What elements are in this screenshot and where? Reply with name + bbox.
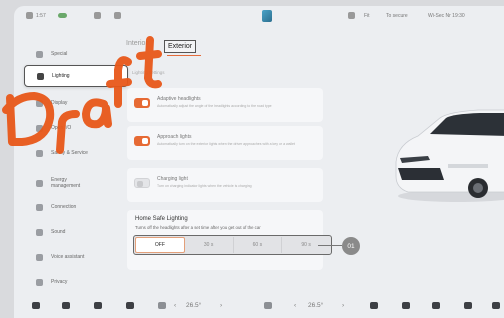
sidebar-item-sound[interactable]: Sound [24,221,128,243]
approach-lights-toggle[interactable] [134,136,150,146]
charging-light-toggle[interactable] [134,178,150,188]
option-60s[interactable]: 60 s [234,237,283,253]
brand-logo [262,10,272,22]
lightbulb-icon [37,72,44,80]
sidebar-item-label: Sound [51,229,66,235]
vehicle-illustration [395,109,504,202]
active-tab-indicator [167,55,201,56]
setting-description: Automatically turn on the exterior light… [157,142,295,146]
setting-title: Adaptive headlights [157,96,201,102]
sidebar-item-label: Energy management [51,177,81,189]
battery-icon [36,179,43,187]
fan-icon[interactable] [94,302,102,309]
star-icon [36,50,43,58]
bluetooth-icon [94,12,101,19]
defrost-icon[interactable] [402,302,410,309]
door-icon [36,124,43,132]
sidebar-item-label: Privacy [51,279,68,285]
phone-icon[interactable] [158,302,166,309]
status-item-2: To secure [386,13,408,19]
right-temp-value: 26.5° [308,302,324,309]
seat-heat-icon[interactable] [370,302,378,309]
home-safe-duration-selector: OFF 30 s 60 s 90 s [133,235,332,255]
home-safe-lighting-title: Home Safe Lighting [135,216,188,222]
status-bar: 1:57 Fit To secure Wi-Sec Nr 19:30 [14,6,504,26]
lock-icon [36,278,43,286]
status-item-3: Wi-Sec Nr 19:30 [428,13,465,19]
sidebar-item-lighting[interactable]: Lighting [24,65,128,87]
profile-icon[interactable] [26,12,33,19]
option-off[interactable]: OFF [135,237,185,253]
sidebar-item-connection[interactable]: Connection [24,196,128,218]
status-item-1: Fit [364,13,370,19]
option-30s[interactable]: 30 s [185,237,234,253]
setting-description: Turn on charging indicator lights when t… [157,184,252,188]
shield-icon [36,149,43,157]
microphone-icon [36,253,43,261]
speaker-icon [36,228,43,236]
sidebar-item-label: Connection [51,204,77,210]
sidebar-item-display[interactable]: Display [24,92,128,114]
sidebar-item-label: Lighting [52,73,70,79]
display-icon [36,99,43,107]
home-icon[interactable] [32,302,40,309]
battery-icon [58,13,67,18]
left-temp-decrease[interactable]: ‹ [174,302,176,309]
sidebar-item-special[interactable]: Special [24,43,128,65]
home-safe-lighting-description: Turns off the headlights after a set tim… [135,225,261,230]
left-temp-increase[interactable]: › [220,302,222,309]
setting-card-charging-light: Charging light Turn on charging indicato… [127,168,323,202]
sidebar-item-label: Open I/O [51,125,72,131]
setting-title: Charging light [157,176,188,182]
sidebar-item-energy[interactable]: Energy management [24,172,128,194]
setting-description: Automatically adjust the angle of the he… [157,104,272,108]
sidebar-item-label: Voice assistant [51,254,85,260]
apps-icon[interactable] [464,302,472,309]
sidebar-item-safety[interactable]: Safety & Service [24,142,128,164]
car-icon[interactable] [62,302,70,309]
sound-icon [114,12,121,19]
sidebar-item-voice[interactable]: Voice assistant [24,246,128,268]
sidebar-item-privacy[interactable]: Privacy [24,271,128,293]
seat-icon[interactable] [126,302,134,309]
infotainment-screen: 1:57 Fit To secure Wi-Sec Nr 19:30 Speci… [14,6,504,318]
sidebar-item-label: Safety & Service [51,150,88,156]
section-label: Lighting settings [132,70,165,75]
music-icon[interactable] [432,302,440,309]
status-time: 1:57 [36,13,46,19]
bottom-dock: ‹ 26.5° › ‹ 26.5° › [14,294,504,318]
climate-icon[interactable] [264,302,272,309]
volume-icon[interactable] [492,302,500,309]
sidebar-item-open-io[interactable]: Open I/O [24,117,128,139]
right-temp-increase[interactable]: › [342,302,344,309]
callout-badge: 01 [342,237,360,255]
sidebar-item-label: Special [51,51,68,57]
sidebar-item-label: Display [51,100,68,106]
settings-sidebar: Special Lighting Display Open I/O Safety… [14,36,132,291]
callout-leader-line [318,245,342,246]
setting-card-adaptive-headlights: Adaptive headlights Automatically adjust… [127,88,323,122]
setting-title: Approach lights [157,134,192,140]
setting-card-approach-lights: Approach lights Automatically turn on th… [127,126,323,160]
link-icon [36,203,43,211]
tab-exterior[interactable]: Exterior [164,40,197,53]
right-temp-decrease[interactable]: ‹ [294,302,296,309]
tab-interior[interactable]: Interior [126,40,148,47]
left-temp-value: 26.5° [186,302,202,309]
signal-icon [348,12,355,19]
adaptive-headlights-toggle[interactable] [134,98,150,108]
